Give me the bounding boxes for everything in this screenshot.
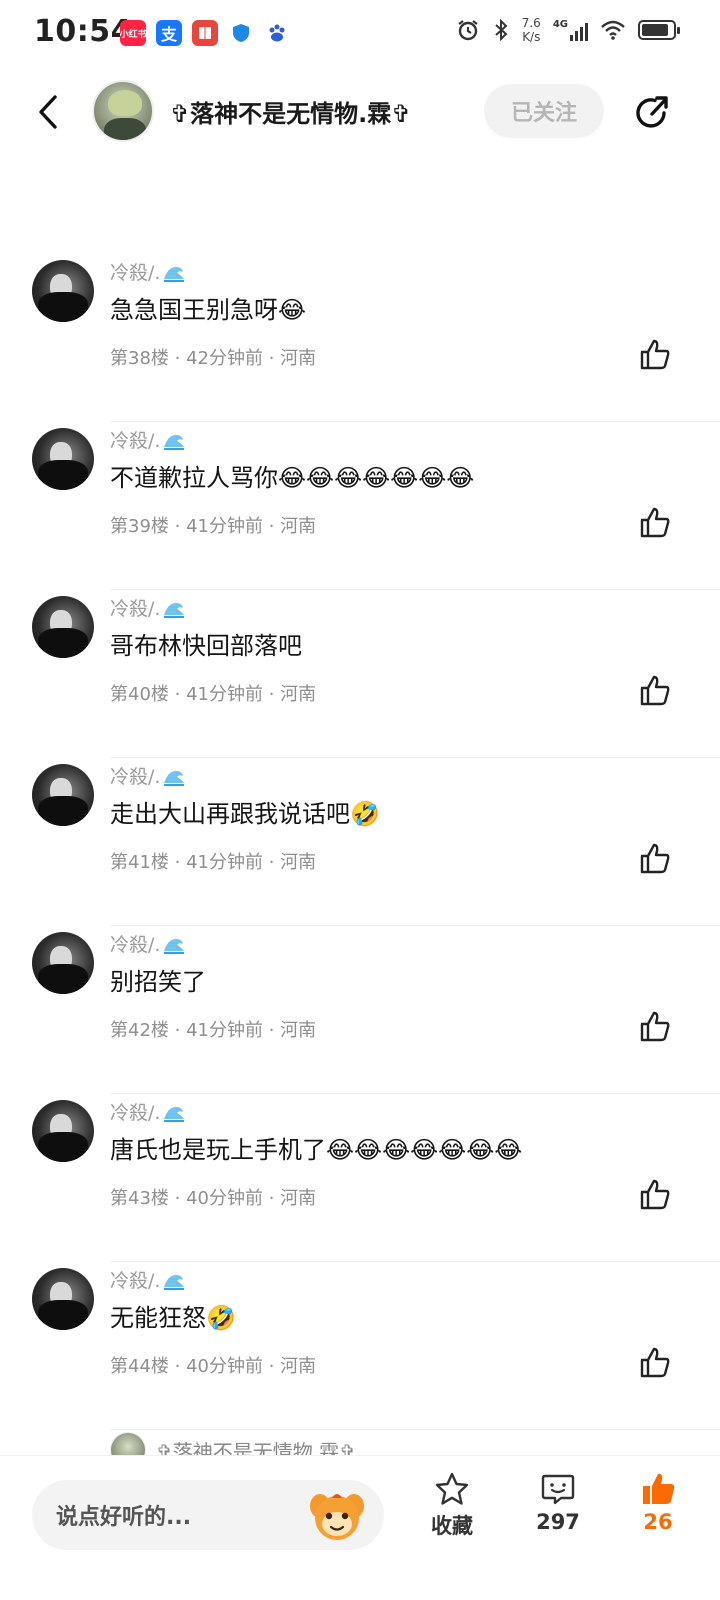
- like-button[interactable]: [638, 674, 672, 708]
- thumbs-up-icon: [640, 843, 670, 874]
- shield-app-icon: [228, 20, 254, 46]
- status-time: 10:54: [34, 14, 132, 49]
- comment-item[interactable]: 冷殺/. 无能狂怒🤣 第44楼 · 40分钟前 · 河南: [0, 1262, 720, 1430]
- xiaohongshu-icon: 小红书: [120, 20, 146, 46]
- comment-text: 哥布林快回部落吧: [110, 632, 302, 660]
- share-button[interactable]: [630, 92, 672, 134]
- comment-item[interactable]: 冷殺/. 不道歉拉人骂你😂😂😂😂😂😂😂 第39楼 · 41分钟前 · 河南: [0, 422, 720, 590]
- commenter-name[interactable]: 冷殺/.: [110, 1098, 186, 1125]
- like-post-button[interactable]: 26: [618, 1470, 698, 1534]
- comment-item[interactable]: 冷殺/. 走出大山再跟我说话吧🤣 第41楼 · 41分钟前 · 河南: [0, 758, 720, 926]
- favorite-label: 收藏: [431, 1514, 473, 1538]
- author-avatar[interactable]: [92, 80, 154, 142]
- favorite-button[interactable]: 收藏: [412, 1470, 492, 1540]
- commenter-name[interactable]: 冷殺/.: [110, 594, 186, 621]
- comment-text: 别招笑了: [110, 968, 206, 996]
- thumbs-up-filled-icon: [643, 1473, 675, 1504]
- commenter-avatar[interactable]: [32, 260, 94, 322]
- comment-count: 297: [536, 1510, 580, 1534]
- comment-bubble-icon: [541, 1474, 575, 1505]
- like-button[interactable]: [638, 338, 672, 372]
- comment-text: 无能狂怒🤣: [110, 1304, 236, 1332]
- commenter-avatar[interactable]: [32, 764, 94, 826]
- wave-icon: [164, 266, 185, 282]
- comments-button[interactable]: 297: [518, 1470, 598, 1534]
- thumbs-up-icon: [640, 1011, 670, 1042]
- baidu-icon: [264, 20, 290, 46]
- like-button[interactable]: [638, 506, 672, 540]
- battery-icon: [638, 20, 680, 40]
- wave-icon: [164, 1274, 185, 1290]
- author-name[interactable]: ✞落神不是无情物.霖✞: [170, 94, 411, 129]
- commenter-avatar[interactable]: [32, 596, 94, 658]
- comment-meta: 第43楼 · 40分钟前 · 河南: [110, 1188, 317, 1209]
- comment-text: 不道歉拉人骂你😂😂😂😂😂😂😂: [110, 464, 475, 492]
- alarm-icon: [458, 20, 478, 41]
- thumbs-up-icon: [640, 507, 670, 538]
- wave-icon: [164, 434, 185, 450]
- like-button[interactable]: [638, 1346, 672, 1380]
- like-button[interactable]: [638, 842, 672, 876]
- status-indicators: 7.6 K/s 4G: [456, 16, 680, 44]
- comment-item[interactable]: 冷殺/. 唐氏也是玩上手机了😂😂😂😂😂😂😂 第43楼 · 40分钟前 · 河南: [0, 1094, 720, 1262]
- commenter-avatar[interactable]: [32, 1268, 94, 1330]
- comment-meta: 第40楼 · 41分钟前 · 河南: [110, 684, 317, 705]
- status-bar: 10:54 小红书 支 7.6 K/s 4G: [0, 0, 720, 70]
- chevron-left-icon: [39, 95, 57, 129]
- comment-text: 走出大山再跟我说话吧🤣: [110, 800, 380, 828]
- thumbs-up-icon: [640, 1347, 670, 1378]
- comment-meta: 第44楼 · 40分钟前 · 河南: [110, 1356, 317, 1377]
- comment-text: 唐氏也是玩上手机了😂😂😂😂😂😂😂: [110, 1136, 523, 1164]
- comment-list: 冷殺/. 急急国王别急呀😂 第38楼 · 42分钟前 · 河南 冷殺/. 不道歉…: [0, 260, 720, 1438]
- wave-icon: [164, 938, 185, 954]
- network-speed: 7.6 K/s: [521, 16, 541, 44]
- star-icon: [435, 1472, 469, 1505]
- status-app-icons: 小红书 支: [120, 20, 290, 46]
- like-button[interactable]: [638, 1178, 672, 1212]
- commenter-name[interactable]: 冷殺/.: [110, 930, 186, 957]
- alipay-icon: 支: [156, 20, 182, 46]
- back-button[interactable]: [28, 90, 68, 134]
- thread-header: ✞落神不是无情物.霖✞ 已关注: [0, 72, 720, 152]
- bluetooth-icon: [495, 18, 508, 42]
- comment-meta: 第42楼 · 41分钟前 · 河南: [110, 1020, 317, 1041]
- mascot-icon[interactable]: [306, 1484, 368, 1546]
- comment-item[interactable]: 冷殺/. 哥布林快回部落吧 第40楼 · 41分钟前 · 河南: [0, 590, 720, 758]
- comment-meta: 第39楼 · 41分钟前 · 河南: [110, 516, 317, 537]
- thumbs-up-icon: [640, 1179, 670, 1210]
- commenter-avatar[interactable]: [32, 932, 94, 994]
- commenter-name[interactable]: 冷殺/.: [110, 426, 186, 453]
- wifi-icon: [601, 20, 625, 40]
- like-button[interactable]: [638, 1010, 672, 1044]
- thumbs-up-icon: [640, 675, 670, 706]
- bottom-action-bar: 说点好听的... 收藏 297 26: [0, 1456, 720, 1600]
- cellular-signal-icon: 4G: [553, 19, 588, 41]
- comment-meta: 第41楼 · 41分钟前 · 河南: [110, 852, 317, 873]
- follow-button[interactable]: 已关注: [484, 84, 604, 138]
- wave-icon: [164, 770, 185, 786]
- commenter-name[interactable]: 冷殺/.: [110, 1266, 186, 1293]
- commenter-name[interactable]: 冷殺/.: [110, 762, 186, 789]
- comment-item[interactable]: 冷殺/. 别招笑了 第42楼 · 41分钟前 · 河南: [0, 926, 720, 1094]
- comment-meta: 第38楼 · 42分钟前 · 河南: [110, 348, 317, 369]
- comment-item[interactable]: 冷殺/. 急急国王别急呀😂 第38楼 · 42分钟前 · 河南: [0, 254, 720, 422]
- thumbs-up-icon: [640, 339, 670, 370]
- commenter-name[interactable]: 冷殺/.: [110, 258, 186, 285]
- comment-text: 急急国王别急呀😂: [110, 296, 307, 324]
- book-app-icon: [192, 20, 218, 46]
- commenter-avatar[interactable]: [32, 428, 94, 490]
- commenter-avatar[interactable]: [32, 1100, 94, 1162]
- like-count: 26: [643, 1510, 673, 1534]
- wave-icon: [164, 1106, 185, 1122]
- share-icon: [636, 96, 668, 128]
- wave-icon: [164, 602, 185, 618]
